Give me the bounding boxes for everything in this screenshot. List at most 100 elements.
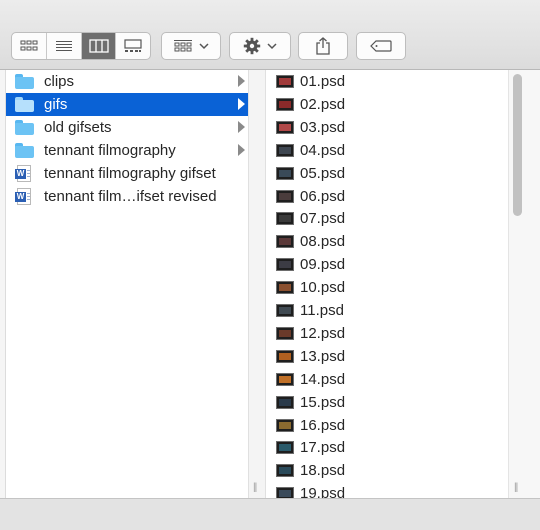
finder-toolbar bbox=[0, 0, 540, 70]
psd-thumbnail-icon bbox=[276, 75, 294, 88]
item-label: tennant film…ifset revised bbox=[44, 188, 217, 205]
psd-thumbnail-icon bbox=[276, 349, 294, 363]
disclosure-arrow-icon bbox=[238, 121, 245, 133]
item-label: 19.psd bbox=[300, 485, 346, 498]
item-label: old gifsets bbox=[44, 119, 112, 136]
file-row[interactable]: 04.psd bbox=[266, 139, 508, 162]
file-row[interactable]: 02.psd bbox=[266, 93, 508, 116]
gallery-view-button[interactable] bbox=[115, 33, 150, 59]
file-row[interactable]: 18.psd bbox=[266, 459, 508, 482]
item-label: tennant filmography bbox=[44, 142, 176, 159]
column-resize-handle[interactable]: || bbox=[253, 482, 257, 493]
psd-thumbnail-icon bbox=[276, 189, 294, 203]
file-row[interactable]: 13.psd bbox=[266, 345, 508, 368]
vertical-scrollbar-thumb[interactable] bbox=[513, 74, 522, 216]
file-row[interactable]: 05.psd bbox=[266, 162, 508, 185]
item-label: 16.psd bbox=[300, 416, 346, 434]
item-label: tennant filmography gifset bbox=[44, 165, 216, 182]
psd-thumbnail-icon bbox=[276, 464, 294, 478]
item-label: 14.psd bbox=[300, 370, 346, 388]
file-row[interactable]: 10.psd bbox=[266, 276, 508, 299]
columns-icon bbox=[89, 39, 109, 53]
item-label: 06.psd bbox=[300, 187, 346, 205]
item-label: clips bbox=[44, 73, 75, 90]
psd-thumbnail-icon bbox=[276, 120, 294, 134]
share-button[interactable] bbox=[298, 32, 348, 60]
file-row[interactable]: 12.psd bbox=[266, 322, 508, 345]
browser-column-1[interactable]: clips gifs old gifsets tennant filmography W… bbox=[6, 70, 249, 498]
psd-thumbnail-icon bbox=[276, 281, 294, 295]
column-view-button[interactable] bbox=[80, 33, 116, 59]
folder-row[interactable]: clips bbox=[6, 70, 249, 93]
group-grid-icon bbox=[174, 40, 192, 52]
file-row[interactable]: 19.psd bbox=[266, 482, 508, 498]
item-label: 05.psd bbox=[300, 164, 346, 182]
column-1-resize-area: || bbox=[248, 70, 266, 498]
psd-thumbnail-icon bbox=[276, 372, 294, 386]
psd-thumbnail-icon bbox=[276, 143, 294, 157]
psd-thumbnail-icon bbox=[276, 441, 294, 455]
folder-icon bbox=[14, 143, 34, 159]
file-row[interactable]: 03.psd bbox=[266, 116, 508, 139]
psd-thumbnail-icon bbox=[276, 304, 294, 317]
psd-thumbnail-icon bbox=[276, 97, 294, 111]
list-view-button[interactable] bbox=[46, 33, 81, 59]
item-label: 15.psd bbox=[300, 393, 346, 411]
psd-thumbnail-icon bbox=[276, 418, 294, 432]
item-label: gifs bbox=[44, 96, 68, 113]
item-label: 01.psd bbox=[300, 73, 346, 90]
tag-icon bbox=[370, 40, 392, 52]
psd-thumbnail-icon bbox=[276, 487, 294, 498]
item-label: 12.psd bbox=[300, 324, 346, 342]
psd-thumbnail-icon bbox=[276, 395, 294, 409]
item-label: 09.psd bbox=[300, 256, 346, 274]
folder-icon bbox=[14, 120, 34, 136]
grid-icon bbox=[20, 40, 38, 51]
file-row[interactable]: Wtennant film…ifset revised bbox=[6, 185, 249, 208]
gallery-icon bbox=[124, 39, 142, 52]
folder-row[interactable]: tennant filmography bbox=[6, 139, 249, 162]
column-resize-handle[interactable]: || bbox=[514, 482, 518, 493]
folder-row[interactable]: gifs bbox=[6, 93, 249, 116]
disclosure-arrow-icon bbox=[238, 144, 245, 156]
status-bar bbox=[0, 498, 540, 530]
file-row[interactable]: Wtennant filmography gifset bbox=[6, 162, 249, 185]
gear-icon bbox=[243, 37, 261, 55]
psd-thumbnail-icon bbox=[276, 258, 294, 272]
file-row[interactable]: 09.psd bbox=[266, 253, 508, 276]
group-by-button[interactable] bbox=[161, 32, 221, 60]
folder-row[interactable]: old gifsets bbox=[6, 116, 249, 139]
item-label: 02.psd bbox=[300, 95, 346, 113]
icon-view-button[interactable] bbox=[12, 33, 46, 59]
item-label: 03.psd bbox=[300, 118, 346, 136]
file-row[interactable]: 11.psd bbox=[266, 299, 508, 322]
chevron-down-icon bbox=[267, 42, 277, 49]
action-button[interactable] bbox=[229, 32, 291, 60]
file-row[interactable]: 17.psd bbox=[266, 436, 508, 459]
chevron-down-icon bbox=[199, 42, 209, 49]
item-label: 10.psd bbox=[300, 279, 346, 297]
item-label: 13.psd bbox=[300, 347, 346, 365]
item-label: 08.psd bbox=[300, 233, 346, 251]
file-row[interactable]: 16.psd bbox=[266, 414, 508, 437]
item-label: 17.psd bbox=[300, 439, 346, 457]
browser-column-2[interactable]: 01.psd 02.psd 03.psd 04.psd 05.psd 06.psd 07.p… bbox=[266, 70, 508, 498]
psd-thumbnail-icon bbox=[276, 212, 294, 226]
file-row[interactable]: 15.psd bbox=[266, 391, 508, 414]
disclosure-arrow-icon bbox=[238, 75, 245, 87]
folder-icon bbox=[14, 74, 34, 90]
file-row[interactable]: 07.psd bbox=[266, 207, 508, 230]
list-icon bbox=[56, 41, 73, 51]
file-row[interactable]: 01.psd bbox=[266, 70, 508, 93]
file-row[interactable]: 14.psd bbox=[266, 368, 508, 391]
word-doc-icon: W bbox=[14, 188, 34, 205]
item-label: 04.psd bbox=[300, 141, 346, 159]
word-doc-icon: W bbox=[14, 165, 34, 182]
psd-thumbnail-icon bbox=[276, 235, 294, 249]
psd-thumbnail-icon bbox=[276, 326, 294, 340]
file-row[interactable]: 06.psd bbox=[266, 185, 508, 208]
item-label: 18.psd bbox=[300, 462, 346, 480]
psd-thumbnail-icon bbox=[276, 166, 294, 180]
edit-tags-button[interactable] bbox=[356, 32, 406, 60]
file-row[interactable]: 08.psd bbox=[266, 230, 508, 253]
